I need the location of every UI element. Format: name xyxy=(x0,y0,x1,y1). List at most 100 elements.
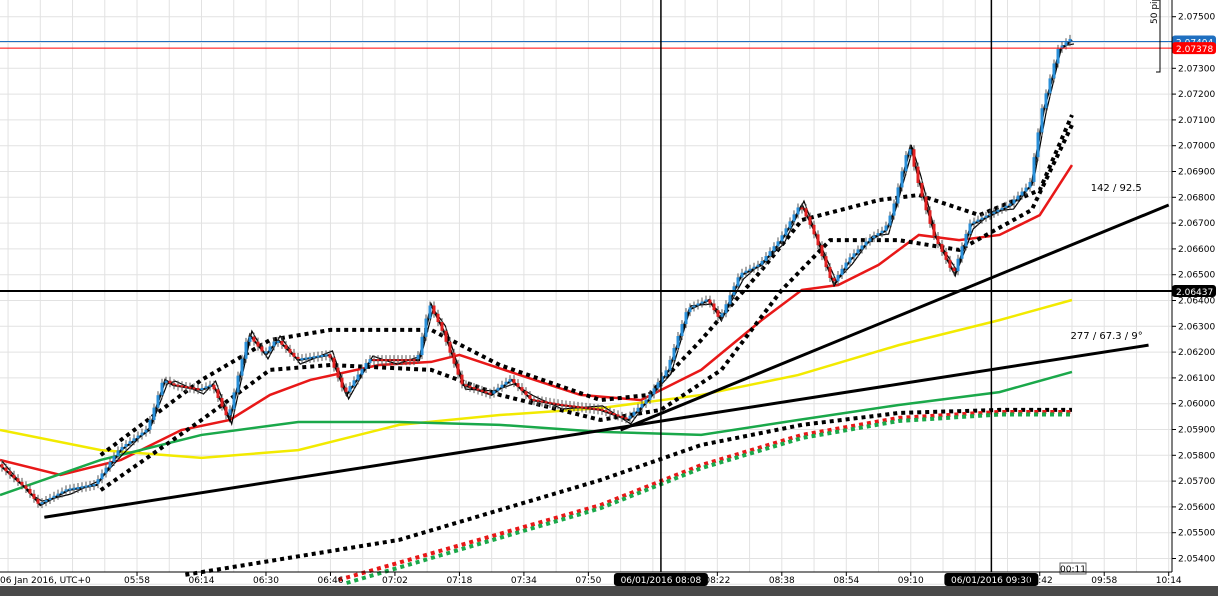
candle-down xyxy=(512,379,516,384)
x-tick-label: 08:54 xyxy=(833,576,859,586)
candle-up xyxy=(656,382,660,389)
x-tick-label: 09:58 xyxy=(1091,576,1117,586)
candle-up xyxy=(508,379,512,382)
candles-layer xyxy=(0,34,1075,509)
candle-down xyxy=(376,359,380,362)
candle-up xyxy=(888,215,892,226)
candle-up xyxy=(1020,191,1024,196)
candle-down xyxy=(928,210,932,224)
candle-down xyxy=(464,384,468,387)
pips-ruler: 50 pips xyxy=(1150,0,1161,73)
candle-down xyxy=(4,467,8,472)
candle-down xyxy=(408,359,412,362)
candle-down xyxy=(380,359,384,362)
y-tick-label: 2.06100 xyxy=(1178,374,1215,384)
candle-up xyxy=(112,456,116,462)
candle-down xyxy=(912,149,916,167)
candle-down xyxy=(480,389,484,392)
x-tick-label: 06:30 xyxy=(253,576,279,586)
candle-down xyxy=(188,386,192,389)
candle-down xyxy=(8,471,12,475)
candle-up xyxy=(784,228,788,236)
candle-up xyxy=(748,268,752,271)
candle-up xyxy=(960,246,964,259)
candle-up xyxy=(684,312,688,325)
candle-up xyxy=(352,380,356,387)
candle-up xyxy=(136,435,140,439)
y-tick-label: 2.05900 xyxy=(1178,426,1215,436)
candle-up xyxy=(860,245,864,250)
bottom-scrollbar[interactable] xyxy=(0,586,1218,596)
candle-up xyxy=(68,488,72,491)
candle-up xyxy=(672,347,676,360)
candle-up xyxy=(856,249,860,254)
candle-up xyxy=(160,382,164,396)
candle-down xyxy=(616,414,620,417)
candle-up xyxy=(744,270,748,273)
candle-up xyxy=(1040,108,1044,133)
x-tick-label: 05:58 xyxy=(124,576,150,586)
candle-up xyxy=(92,484,96,487)
candle-up xyxy=(792,214,796,222)
candle-down xyxy=(916,166,920,183)
candle-up xyxy=(148,420,152,430)
candle-down xyxy=(540,400,544,403)
candle-up xyxy=(424,318,428,337)
candle-up xyxy=(264,351,268,354)
candle-down xyxy=(180,385,184,388)
candle-up xyxy=(844,262,848,269)
x-tick-label: 07:34 xyxy=(511,576,537,586)
ruler-label: 50 pips xyxy=(1150,0,1160,24)
candle-down xyxy=(528,395,532,400)
candle-up xyxy=(44,500,48,503)
candle-up xyxy=(632,411,636,416)
candle-up xyxy=(720,313,724,317)
candle-down xyxy=(608,411,612,414)
candle-up xyxy=(200,388,204,391)
y-tick-label: 2.05400 xyxy=(1178,555,1215,565)
candle-up xyxy=(496,387,500,391)
candle-down xyxy=(172,383,176,386)
candle-down xyxy=(812,224,816,235)
candle-up xyxy=(900,171,904,188)
candle-down xyxy=(564,404,568,407)
candle-down xyxy=(468,385,472,388)
candle-down xyxy=(948,259,952,268)
y-tick-label: 2.06000 xyxy=(1178,400,1215,410)
candle-down xyxy=(588,407,592,410)
candle-up xyxy=(1048,78,1052,94)
candle-up xyxy=(648,394,652,400)
candle-up xyxy=(680,324,684,337)
candle-down xyxy=(456,363,460,375)
candle-down xyxy=(216,389,220,398)
candle-up xyxy=(968,223,972,234)
candle-up xyxy=(100,473,104,480)
candle-up xyxy=(320,354,324,357)
y-tick-label: 2.05700 xyxy=(1178,477,1215,487)
candle-down xyxy=(388,359,392,362)
candle-up xyxy=(364,363,368,369)
candle-up xyxy=(120,446,124,451)
candle-up xyxy=(132,438,136,442)
candle-up xyxy=(116,450,120,457)
candle-up xyxy=(836,275,840,282)
price-chart[interactable]: 277 / 67.3 / 9°142 / 92.52.074042.073782… xyxy=(0,0,1218,596)
candle-up xyxy=(868,238,872,242)
candle-up xyxy=(864,241,868,246)
candle-up xyxy=(1012,199,1016,204)
candle-up xyxy=(740,272,744,278)
candle-down xyxy=(524,391,528,396)
candle-down xyxy=(176,384,180,387)
candle-up xyxy=(420,336,424,356)
ask-price-label: 2.07378 xyxy=(1176,45,1213,55)
candle-up xyxy=(636,407,640,412)
candle-down xyxy=(936,236,940,244)
candle-down xyxy=(544,401,548,404)
overlay-layer: 277 / 67.3 / 9°142 / 92.52.074042.073782… xyxy=(0,0,1216,586)
candle-up xyxy=(752,266,756,269)
candle-up xyxy=(728,295,732,305)
countdown-label: 00:11 xyxy=(1060,565,1086,575)
time-marker-label: 06/01/2016 08:08 xyxy=(621,576,702,586)
candle-up xyxy=(504,381,508,385)
candle-up xyxy=(736,277,740,287)
